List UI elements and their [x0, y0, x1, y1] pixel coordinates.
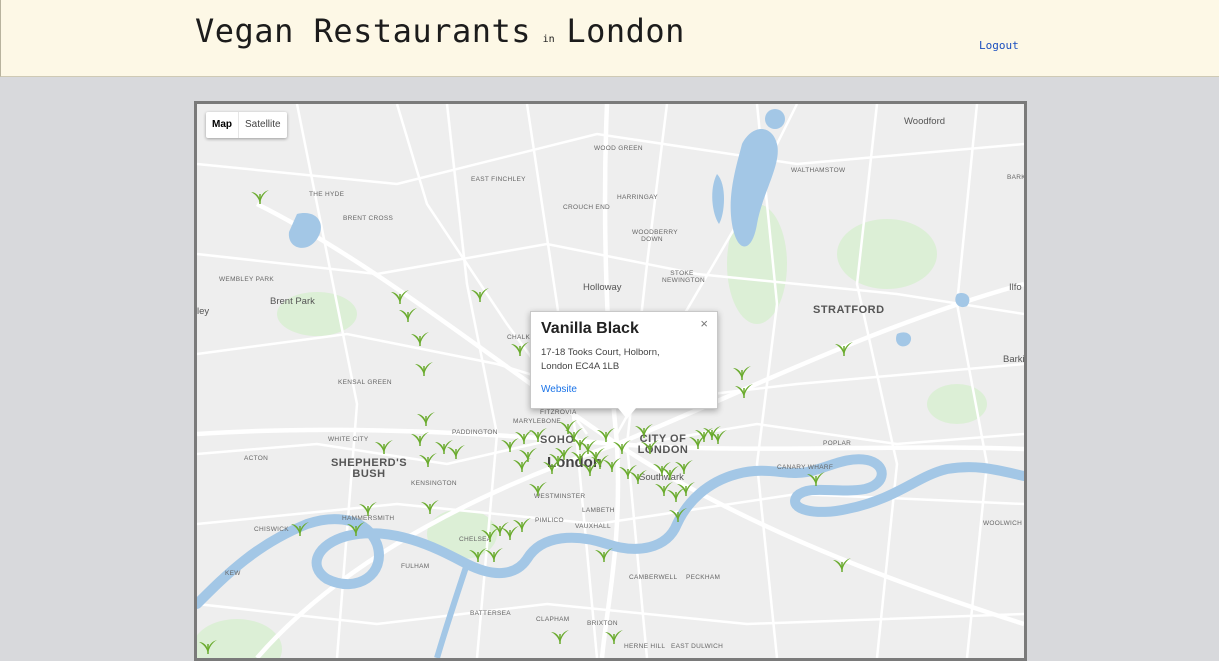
vegan-leaf-icon[interactable]: [833, 336, 855, 358]
place-label: PIMLICO: [535, 517, 564, 524]
place-label: STOKE NEWINGTON: [662, 270, 706, 284]
title-in: in: [542, 34, 555, 45]
logout-link[interactable]: Logout: [979, 39, 1019, 52]
vegan-leaf-icon[interactable]: [593, 542, 615, 564]
vegan-leaf-icon[interactable]: [249, 184, 271, 206]
vegan-leaf-icon[interactable]: [397, 302, 419, 324]
vegan-leaf-icon[interactable]: [289, 516, 311, 538]
place-label: ACTON: [244, 455, 269, 462]
vegan-leaf-icon[interactable]: [527, 476, 549, 498]
place-label: BRENT CROSS: [343, 215, 394, 222]
info-window: × Vanilla Black 17-18 Tooks Court, Holbo…: [530, 311, 718, 419]
map-type-map-button[interactable]: Map: [206, 112, 238, 138]
place-label: Ilfo: [1009, 282, 1022, 293]
place-label: LAMBETH: [582, 507, 615, 514]
place-label: WHITE CITY: [328, 436, 369, 443]
title-city: London: [566, 12, 685, 50]
vegan-leaf-icon[interactable]: [733, 378, 755, 400]
vegan-leaf-icon[interactable]: [357, 496, 379, 518]
place-label: WEMBLEY PARK: [219, 276, 275, 283]
page-title: Vegan Restaurants in London: [195, 12, 685, 50]
vegan-leaf-icon[interactable]: [413, 356, 435, 378]
vegan-leaf-icon[interactable]: [595, 422, 617, 444]
vegan-leaf-icon[interactable]: [665, 482, 687, 504]
vegan-leaf-icon[interactable]: [831, 552, 853, 574]
close-icon[interactable]: ×: [700, 316, 708, 331]
vegan-leaf-icon[interactable]: [673, 454, 695, 476]
place-label: Woodford: [904, 116, 946, 127]
place-label: EAST DULWICH: [671, 643, 724, 650]
place-label: CHISWICK: [254, 526, 289, 533]
place-label: WOOLWICH: [983, 520, 1023, 527]
place-label: FULHAM: [401, 563, 430, 570]
vegan-leaf-icon[interactable]: [667, 502, 689, 524]
map-container[interactable]: Map Satellite Woodford WOOD GREEN EAST F…: [194, 101, 1027, 661]
vegan-leaf-icon[interactable]: [445, 439, 467, 461]
place-label: POPLAR: [823, 440, 852, 447]
place-label: Barki: [1003, 354, 1025, 365]
place-label: KENSINGTON: [411, 480, 457, 487]
place-label: PECKHAM: [686, 574, 721, 581]
place-label: CROUCH END: [563, 204, 611, 211]
place-label: CLAPHAM: [536, 616, 570, 623]
place-label: HARRINGAY: [617, 194, 658, 201]
vegan-leaf-icon[interactable]: [509, 336, 531, 358]
place-label: PADDINGTON: [452, 429, 498, 436]
address-line-1: 17-18 Tooks Court, Holborn,: [541, 347, 660, 358]
place-label: VAUXHALL: [575, 523, 611, 530]
vegan-leaf-icon[interactable]: [603, 624, 625, 646]
restaurant-name: Vanilla Black: [541, 320, 639, 337]
vegan-leaf-icon[interactable]: [527, 422, 549, 444]
vegan-leaf-icon[interactable]: [409, 426, 431, 448]
place-label: THE HYDE: [309, 191, 345, 198]
place-label: KEW: [225, 570, 241, 577]
place-label: WOOD GREEN: [594, 145, 643, 152]
vegan-leaf-icon[interactable]: [547, 446, 569, 468]
place-label: EAST FINCHLEY: [471, 176, 526, 183]
place-label: CAMBERWELL: [629, 574, 678, 581]
vegan-leaf-icon[interactable]: [345, 516, 367, 538]
place-label: Holloway: [583, 282, 622, 293]
vegan-leaf-icon[interactable]: [483, 542, 505, 564]
place-label: SHEPHERD'S BUSH: [330, 457, 408, 480]
vegan-leaf-icon[interactable]: [373, 434, 395, 456]
vegan-leaf-icon[interactable]: [639, 434, 661, 456]
map-type-control[interactable]: Map Satellite: [206, 112, 287, 138]
vegan-leaf-icon[interactable]: [409, 326, 431, 348]
vegan-leaf-icon[interactable]: [469, 282, 491, 304]
vegan-leaf-icon[interactable]: [805, 466, 827, 488]
place-label: STRATFORD: [813, 304, 885, 316]
vegan-leaf-icon[interactable]: [417, 447, 439, 469]
vegan-leaf-icon[interactable]: [511, 452, 533, 474]
vegan-leaf-icon[interactable]: [197, 634, 219, 656]
place-label: HERNE HILL: [624, 643, 666, 650]
place-label: Brent Park: [270, 296, 315, 307]
info-window-pointer: [618, 408, 636, 419]
vegan-leaf-icon[interactable]: [687, 429, 709, 451]
page-header: Vegan Restaurants in London Logout: [0, 0, 1219, 77]
map-type-satellite-button[interactable]: Satellite: [238, 112, 287, 138]
place-label: BARK: [1007, 174, 1026, 181]
website-link[interactable]: Website: [541, 384, 577, 395]
place-label: KENSAL GREEN: [338, 379, 392, 386]
title-main: Vegan Restaurants: [195, 12, 532, 50]
vegan-leaf-icon[interactable]: [707, 424, 729, 446]
address-line-2: London EC4A 1LB: [541, 361, 620, 372]
place-label: BATTERSEA: [470, 610, 511, 617]
place-label: ley: [197, 306, 210, 317]
place-label: WOODBERRY DOWN: [632, 229, 678, 243]
vegan-leaf-icon[interactable]: [511, 512, 533, 534]
vegan-leaf-icon[interactable]: [419, 494, 441, 516]
restaurant-address: 17-18 Tooks Court, Holborn, London EC4A …: [541, 346, 671, 374]
place-label: WALTHAMSTOW: [791, 167, 846, 174]
vegan-leaf-icon[interactable]: [549, 624, 571, 646]
vegan-leaf-icon[interactable]: [579, 456, 601, 478]
vegan-leaf-icon[interactable]: [627, 464, 649, 486]
vegan-leaf-icon[interactable]: [415, 406, 437, 428]
